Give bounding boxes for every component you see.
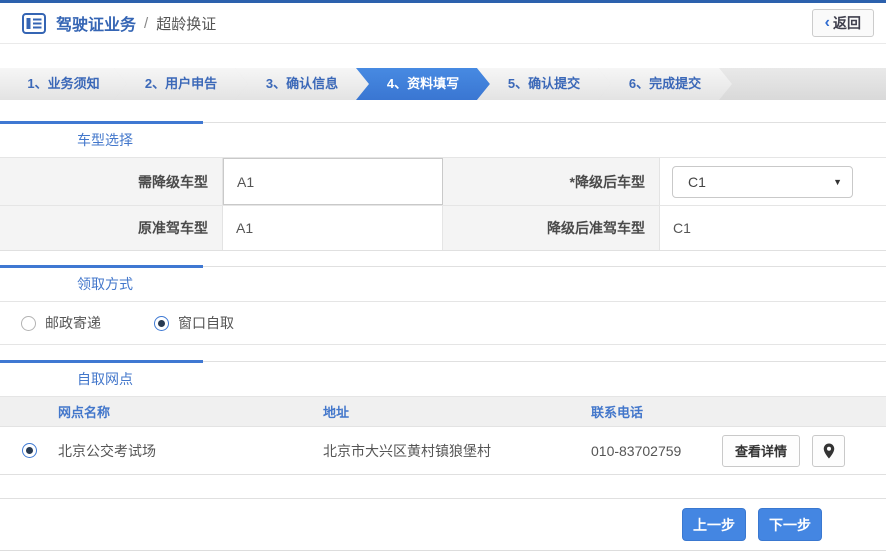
radio-postal-delivery-label[interactable]: 邮政寄递 bbox=[45, 313, 101, 333]
outlet-phone: 010-83702759 bbox=[583, 443, 708, 459]
original-permit-value: A1 bbox=[223, 206, 443, 250]
section-title-pickup-method: 领取方式 bbox=[0, 267, 886, 302]
column-header-address: 地址 bbox=[315, 402, 583, 421]
radio-window-pickup-label[interactable]: 窗口自取 bbox=[178, 313, 234, 333]
column-header-phone: 联系电话 bbox=[583, 402, 708, 421]
breadcrumb-current: 超龄换证 bbox=[156, 13, 216, 34]
need-downgrade-input[interactable]: A1 bbox=[223, 158, 443, 205]
license-card-icon bbox=[22, 13, 46, 34]
previous-step-button[interactable]: 上一步 bbox=[682, 508, 746, 541]
step-tab-4-active[interactable]: 4、资料填写 bbox=[356, 68, 490, 100]
pickup-options-row: 邮政寄递 窗口自取 bbox=[0, 302, 886, 345]
after-permit-label: 降级后准驾车型 bbox=[443, 206, 660, 250]
outlet-table-row: 北京公交考试场 北京市大兴区黄村镇狼堡村 010-83702759 查看详情 bbox=[0, 427, 886, 475]
page-bottom-divider bbox=[0, 550, 886, 551]
radio-window-pickup[interactable] bbox=[154, 316, 169, 331]
section-title-vehicle-type: 车型选择 bbox=[0, 123, 886, 158]
radio-postal-delivery[interactable] bbox=[21, 316, 36, 331]
column-header-name: 网点名称 bbox=[50, 402, 315, 421]
vehicle-form-row-1: 需降级车型 A1 *降级后车型 C1 ▼ bbox=[0, 158, 886, 205]
next-step-button[interactable]: 下一步 bbox=[758, 508, 822, 541]
outlet-name: 北京公交考试场 bbox=[50, 441, 315, 461]
chevron-down-icon: ▼ bbox=[833, 177, 842, 187]
need-downgrade-label: 需降级车型 bbox=[0, 158, 223, 205]
back-button[interactable]: ‹ 返回 bbox=[812, 9, 874, 37]
page-header: 驾驶证业务 / 超龄换证 ‹ 返回 bbox=[0, 3, 886, 44]
outlets-table-header: 网点名称 地址 联系电话 bbox=[0, 397, 886, 427]
map-pin-button[interactable] bbox=[812, 435, 845, 467]
map-pin-icon bbox=[823, 443, 835, 459]
back-chevron-icon: ‹ bbox=[825, 15, 830, 31]
page-container: 驾驶证业务 / 超龄换证 ‹ 返回 1、业务须知 2、用户申告 3、确认信息 4… bbox=[0, 0, 886, 554]
wizard-steps-bar: 1、业务须知 2、用户申告 3、确认信息 4、资料填写 5、确认提交 6、完成提… bbox=[0, 68, 886, 100]
section-pickup-method: 领取方式 邮政寄递 窗口自取 bbox=[0, 266, 886, 345]
back-button-label: 返回 bbox=[833, 13, 861, 33]
step-tab-6[interactable]: 6、完成提交 bbox=[598, 68, 732, 100]
after-downgrade-selected-value: C1 bbox=[688, 174, 706, 190]
footer-nav: 上一步 下一步 bbox=[0, 498, 886, 550]
step-tab-5[interactable]: 5、确认提交 bbox=[477, 68, 611, 100]
after-downgrade-label: *降级后车型 bbox=[443, 158, 660, 205]
outlet-row-radio[interactable] bbox=[22, 443, 37, 458]
page-title: 驾驶证业务 bbox=[56, 11, 136, 35]
step-tab-1[interactable]: 1、业务须知 bbox=[0, 68, 127, 100]
section-pickup-outlets: 自取网点 网点名称 地址 联系电话 北京公交考试场 北京市大兴区黄村镇狼堡村 0… bbox=[0, 361, 886, 475]
breadcrumb-separator: / bbox=[144, 15, 148, 32]
original-permit-label: 原准驾车型 bbox=[0, 206, 223, 250]
after-permit-value: C1 bbox=[660, 206, 886, 250]
section-vehicle-type: 车型选择 需降级车型 A1 *降级后车型 C1 ▼ 原准驾车型 A1 降级后准驾… bbox=[0, 122, 886, 251]
after-downgrade-select[interactable]: C1 ▼ bbox=[672, 166, 853, 198]
step-tab-3[interactable]: 3、确认信息 bbox=[235, 68, 369, 100]
outlet-address: 北京市大兴区黄村镇狼堡村 bbox=[315, 441, 583, 461]
step-tab-2[interactable]: 2、用户申告 bbox=[114, 68, 248, 100]
view-details-button[interactable]: 查看详情 bbox=[722, 435, 800, 467]
section-title-pickup-outlets: 自取网点 bbox=[0, 362, 886, 397]
vehicle-form-row-2: 原准驾车型 A1 降级后准驾车型 C1 bbox=[0, 205, 886, 251]
